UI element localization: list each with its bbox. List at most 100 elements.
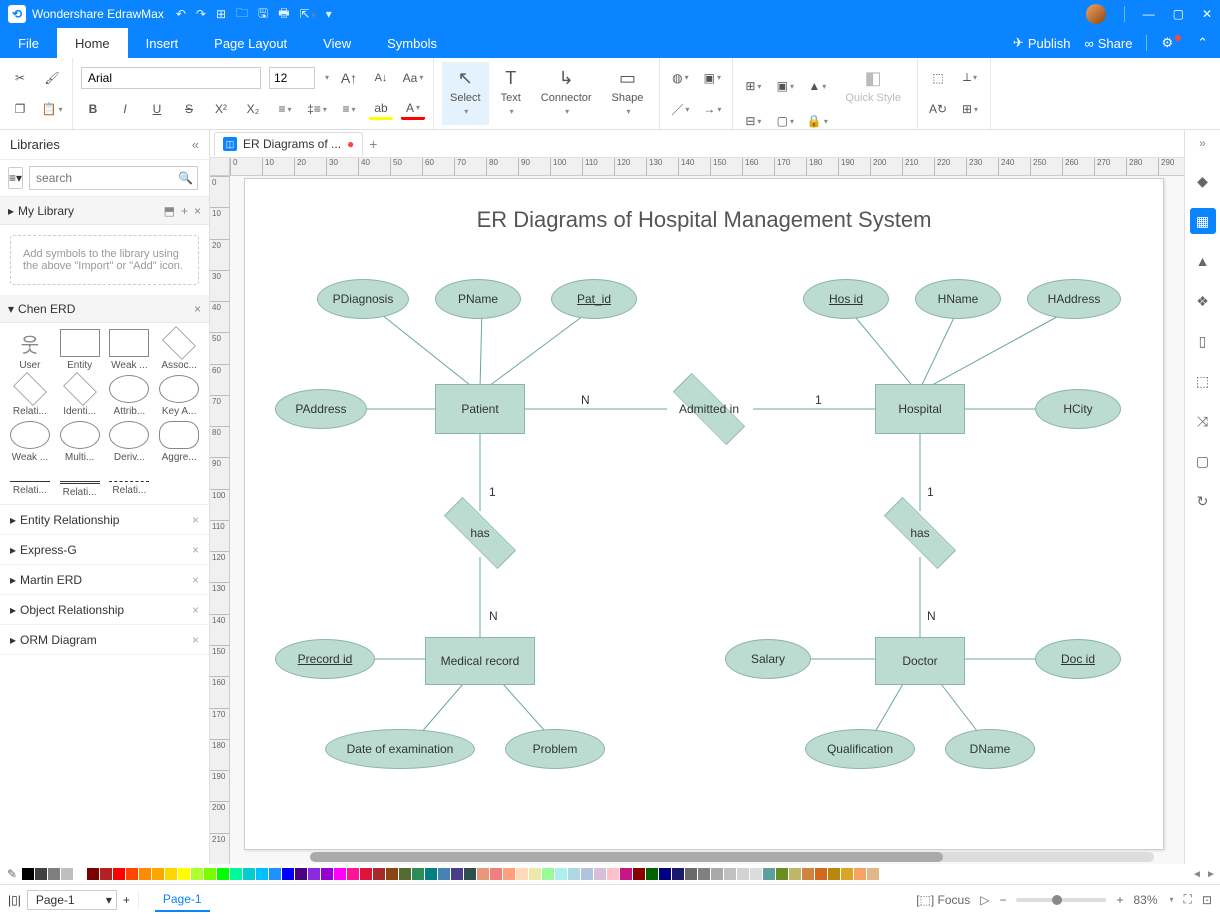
lib-add-icon[interactable]: + — [181, 204, 188, 218]
entity-hospital[interactable]: Hospital — [875, 384, 965, 434]
send-back-icon[interactable]: ▢▾ — [773, 110, 797, 132]
shape-6[interactable]: Attrib... — [106, 375, 154, 417]
rail-page-icon[interactable]: ▯ — [1190, 328, 1216, 354]
color-swatch[interactable] — [516, 868, 528, 880]
sidebar-collapse-icon[interactable]: « — [192, 137, 199, 152]
fullscreen-icon[interactable]: ⊡ — [1202, 893, 1212, 907]
color-swatch[interactable] — [139, 868, 151, 880]
line-style-icon[interactable]: ／▾ — [668, 98, 692, 120]
rail-history-icon[interactable]: ↻ — [1190, 488, 1216, 514]
shape-12[interactable]: Relati... — [6, 467, 54, 498]
new-icon[interactable]: ⊞ — [216, 7, 226, 21]
align-shapes-icon[interactable]: ▲▾ — [805, 75, 829, 97]
palette-next-icon[interactable]: ► — [1204, 869, 1218, 880]
color-swatch[interactable] — [152, 868, 164, 880]
color-swatch[interactable] — [698, 868, 710, 880]
category-item[interactable]: ▸ ORM Diagram× — [0, 625, 209, 655]
color-swatch[interactable] — [672, 868, 684, 880]
chen-erd-header[interactable]: ▾ Chen ERD × — [0, 295, 209, 323]
color-swatch[interactable] — [477, 868, 489, 880]
color-swatch[interactable] — [659, 868, 671, 880]
rail-layers-icon[interactable]: ❖ — [1190, 288, 1216, 314]
attr-haddress[interactable]: HAddress — [1027, 279, 1121, 319]
format-painter-icon[interactable]: 🖌 — [40, 67, 64, 89]
color-swatch[interactable] — [854, 868, 866, 880]
undo-icon[interactable]: ↶ — [176, 7, 186, 21]
color-swatch[interactable] — [503, 868, 515, 880]
more-icon[interactable]: ⊞▾ — [958, 98, 982, 120]
attr-dname[interactable]: DName — [945, 729, 1035, 769]
save-icon[interactable]: 🖫 — [258, 4, 268, 25]
color-swatch[interactable] — [594, 868, 606, 880]
shape-10[interactable]: Deriv... — [106, 421, 154, 463]
menu-symbols[interactable]: Symbols — [369, 28, 455, 58]
color-swatch[interactable] — [555, 868, 567, 880]
color-swatch[interactable] — [61, 868, 73, 880]
outline-view-icon[interactable]: |▯| — [8, 893, 21, 907]
color-swatch[interactable] — [373, 868, 385, 880]
rail-clipart-icon[interactable]: ⬚ — [1190, 368, 1216, 394]
diagram-title[interactable]: ER Diagrams of Hospital Management Syste… — [245, 207, 1163, 233]
color-swatch[interactable] — [399, 868, 411, 880]
paste-icon[interactable]: 📋▾ — [40, 98, 64, 120]
color-swatch[interactable] — [867, 868, 879, 880]
color-swatch[interactable] — [802, 868, 814, 880]
color-swatch[interactable] — [581, 868, 593, 880]
shape-0[interactable]: 웃User — [6, 329, 54, 371]
category-item[interactable]: ▸ Entity Relationship× — [0, 505, 209, 535]
shape-9[interactable]: Multi... — [56, 421, 104, 463]
crop-icon[interactable]: ⟂▾ — [958, 67, 982, 89]
bullet-list-icon[interactable]: ≡▾ — [273, 98, 297, 120]
redo-icon[interactable]: ↷ — [196, 7, 206, 21]
bring-front-icon[interactable]: ▣▾ — [773, 75, 797, 97]
color-swatch[interactable] — [165, 868, 177, 880]
add-page-icon[interactable]: + — [123, 893, 130, 907]
mylib-header[interactable]: ▸ My Library ⬒+× — [0, 197, 209, 225]
attr-pat-id[interactable]: Pat_id — [551, 279, 637, 319]
color-swatch[interactable] — [269, 868, 281, 880]
color-swatch[interactable] — [490, 868, 502, 880]
shape-11[interactable]: Aggre... — [155, 421, 203, 463]
color-swatch[interactable] — [191, 868, 203, 880]
color-swatch[interactable] — [74, 868, 86, 880]
rail-present-icon[interactable]: ▢ — [1190, 448, 1216, 474]
eyedropper-icon[interactable]: ✎ — [2, 867, 22, 881]
superscript-icon[interactable]: X² — [209, 98, 233, 120]
strikethrough-icon[interactable]: S — [177, 98, 201, 120]
page-tab-1[interactable]: Page-1 — [155, 888, 210, 912]
rail-theme-icon[interactable]: ◆ — [1190, 168, 1216, 194]
close-icon[interactable]: ✕ — [1202, 7, 1212, 21]
color-swatch[interactable] — [100, 868, 112, 880]
text-tool[interactable]: TText▾ — [493, 62, 529, 125]
category-item[interactable]: ▸ Object Relationship× — [0, 595, 209, 625]
rail-properties-icon[interactable]: ▦ — [1190, 208, 1216, 234]
print-icon[interactable]: 🖶 — [278, 4, 289, 25]
card-n-medrecord[interactable]: N — [489, 609, 498, 623]
shape-1[interactable]: Entity — [56, 329, 104, 371]
attr-pname[interactable]: PName — [435, 279, 521, 319]
color-swatch[interactable] — [542, 868, 554, 880]
cut-icon[interactable]: ✂ — [8, 67, 32, 89]
select-tool[interactable]: ↖Select▾ — [442, 62, 489, 125]
shape-8[interactable]: Weak ... — [6, 421, 54, 463]
shape-7[interactable]: Key A... — [155, 375, 203, 417]
menu-file[interactable]: File — [0, 28, 57, 58]
subscript-icon[interactable]: X₂ — [241, 98, 265, 120]
color-swatch[interactable] — [711, 868, 723, 880]
color-swatch[interactable] — [321, 868, 333, 880]
color-swatch[interactable] — [412, 868, 424, 880]
share-button[interactable]: ∞ Share — [1084, 36, 1132, 51]
help-chevron-icon[interactable]: ⌃ — [1197, 35, 1208, 51]
library-search-input[interactable] — [29, 166, 198, 190]
change-case-icon[interactable]: Aa▾ — [401, 67, 425, 89]
card-1-patient-has[interactable]: 1 — [489, 485, 496, 499]
ungroup-icon[interactable]: ⊟▾ — [741, 110, 765, 132]
fit-page-icon[interactable]: ⛶ — [1184, 892, 1192, 907]
card-n-doctor[interactable]: N — [927, 609, 936, 623]
color-swatch[interactable] — [633, 868, 645, 880]
highlight-icon[interactable]: ab — [369, 98, 393, 120]
notification-icon[interactable]: ⚙ — [1161, 35, 1183, 51]
color-swatch[interactable] — [87, 868, 99, 880]
color-swatch[interactable] — [178, 868, 190, 880]
zoom-level[interactable]: 83% — [1133, 893, 1157, 907]
